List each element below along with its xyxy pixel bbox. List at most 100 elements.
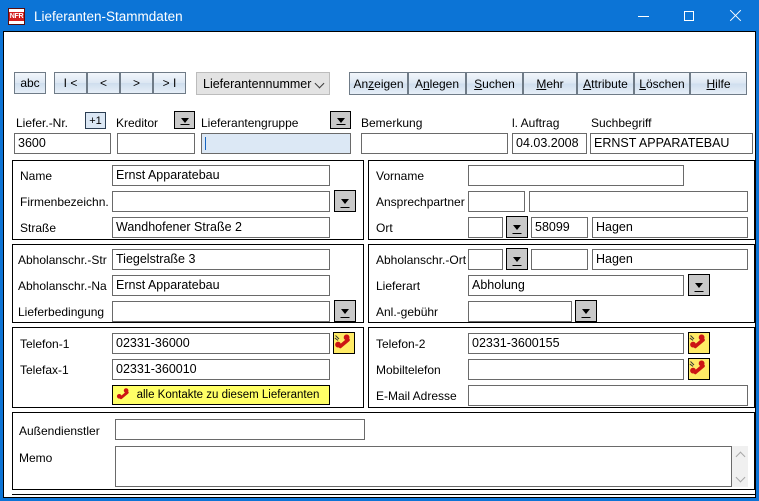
aussendienstler-input[interactable]	[115, 419, 365, 440]
telefon2-label: Telefon-2	[376, 337, 426, 351]
kreditor-input[interactable]	[117, 133, 195, 154]
sort-key-combo-value: Lieferantennummer	[203, 76, 312, 91]
phone-handset-icon-mobil[interactable]	[688, 358, 710, 380]
phone-handset-icon-telefon1[interactable]	[333, 332, 355, 354]
ansprechpartner-label: Ansprechpartner	[376, 195, 465, 209]
arrow-down-icon	[513, 256, 521, 262]
suchen-button[interactable]: Suchen	[466, 72, 523, 95]
telefon1-input[interactable]: 02331-36000	[112, 333, 330, 354]
nav-next-button[interactable]: >	[120, 72, 153, 94]
vorname-input[interactable]	[468, 165, 684, 186]
increment-liefer-nr-button[interactable]: +1	[85, 112, 106, 129]
ansprechpartner-title-input[interactable]	[468, 191, 525, 212]
lieferantengruppe-input[interactable]	[201, 133, 351, 154]
mobiltelefon-input[interactable]	[468, 359, 684, 380]
liefer-nr-input[interactable]: 3600	[14, 133, 111, 154]
lieferart-input[interactable]: Abholung	[468, 275, 684, 296]
arrow-down-icon	[341, 198, 349, 204]
telefon1-label: Telefon-1	[20, 337, 70, 351]
strasse-label: Straße	[20, 221, 57, 235]
ort-land-dropdown-button[interactable]	[506, 216, 528, 238]
hilfe-button[interactable]: Hilfe	[690, 72, 747, 95]
maximize-button[interactable]	[666, 1, 712, 31]
minimize-button[interactable]	[620, 1, 666, 31]
phone-handset-icon	[689, 334, 705, 349]
memo-field-wrapper	[115, 446, 748, 487]
nav-first-button[interactable]: I <	[54, 72, 87, 94]
anlegen-button[interactable]: Anlegen	[408, 72, 466, 95]
ort-land-input[interactable]	[468, 217, 503, 238]
nav-prev-button[interactable]: <	[87, 72, 120, 94]
window-controls	[620, 1, 758, 31]
abhol-ort-input[interactable]: Hagen	[592, 249, 748, 270]
chevron-down-icon[interactable]	[732, 470, 748, 487]
chevron-up-icon[interactable]	[732, 446, 748, 463]
ansprechpartner-input[interactable]	[529, 191, 748, 212]
kreditor-label: Kreditor	[116, 116, 159, 130]
bemerkung-label: Bemerkung	[361, 116, 423, 130]
ort-input[interactable]: Hagen	[592, 217, 748, 238]
arrow-down-icon	[582, 308, 590, 314]
memo-textarea[interactable]	[115, 446, 732, 487]
firmenbezeichn-label: Firmenbezeichn.	[20, 195, 109, 209]
lieferantengruppe-dropdown-button[interactable]	[330, 111, 351, 129]
all-contacts-button[interactable]: alle Kontakte zu diesem Lieferanten	[112, 385, 330, 405]
lieferantengruppe-label: Lieferantengruppe	[201, 116, 299, 130]
bemerkung-input[interactable]	[361, 133, 508, 154]
telefon2-input[interactable]: 02331-3600155	[468, 333, 684, 354]
telefax1-label: Telefax-1	[20, 363, 69, 377]
memo-scrollbar[interactable]	[732, 446, 748, 487]
strasse-input[interactable]: Wandhofener Straße 2	[112, 217, 330, 238]
sort-key-combo[interactable]: Lieferantennummer	[196, 72, 330, 95]
anzeigen-button[interactable]: Anzeigen	[349, 72, 408, 95]
firmenbezeichn-input[interactable]	[112, 191, 330, 212]
abc-button[interactable]: abc	[14, 72, 46, 94]
letzter-auftrag-input[interactable]: 04.03.2008	[512, 133, 587, 154]
lieferart-dropdown-button[interactable]	[688, 274, 710, 296]
attribute-button[interactable]: Attribute	[577, 72, 634, 95]
firmenbezeichn-dropdown-button[interactable]	[334, 190, 356, 212]
loeschen-button[interactable]: Löschen	[634, 72, 690, 95]
mehr-button[interactable]: Mehr	[523, 72, 577, 95]
phone-handset-icon-telefon2[interactable]	[688, 332, 710, 354]
abhol-name-input[interactable]: Ernst Apparatebau	[112, 275, 330, 296]
abhol-ort-land-input[interactable]	[468, 249, 503, 270]
kreditor-dropdown-button[interactable]	[174, 111, 195, 129]
arrow-down-icon	[336, 117, 345, 123]
anl-gebuehr-dropdown-button[interactable]	[575, 300, 597, 322]
ort-label: Ort	[376, 221, 393, 235]
abhol-strasse-label: Abholanschr.-Str	[18, 253, 107, 267]
letzter-auftrag-label: l. Auftrag	[512, 116, 560, 130]
lieferbedingung-dropdown-button[interactable]	[334, 300, 356, 322]
nav-last-button[interactable]: > I	[153, 72, 186, 94]
telefax1-input[interactable]: 02331-360010	[112, 359, 330, 380]
minimize-icon	[637, 15, 649, 17]
abhol-ort-land-dropdown-button[interactable]	[506, 248, 528, 270]
phone-handset-icon	[689, 360, 705, 375]
abhol-strasse-input[interactable]: Tiegelstraße 3	[112, 249, 330, 270]
anl-gebuehr-label: Anl.-gebühr	[376, 305, 439, 319]
lieferbedingung-label: Lieferbedingung	[18, 305, 105, 319]
name-label: Name	[20, 169, 53, 183]
anzeigen-label: Anzeigen	[353, 76, 404, 91]
ort-plz-input[interactable]: 58099	[531, 217, 588, 238]
close-button[interactable]	[712, 1, 758, 31]
suchbegriff-input[interactable]: ERNST APPARATEBAU	[590, 133, 753, 154]
mobiltelefon-label: Mobiltelefon	[376, 363, 441, 377]
liefer-nr-label: Liefer.-Nr.	[16, 116, 69, 130]
lieferbedingung-input[interactable]	[112, 301, 330, 322]
arrow-down-icon	[341, 308, 349, 314]
nfr-logo-icon: NFR	[8, 7, 25, 25]
email-label: E-Mail Adresse	[376, 389, 457, 403]
anl-gebuehr-input[interactable]	[468, 301, 572, 322]
name-input[interactable]: Ernst Apparatebau	[112, 165, 330, 186]
memo-label: Memo	[19, 451, 53, 465]
suchen-label: Suchen	[474, 76, 515, 91]
abhol-ort-plz-input[interactable]	[531, 249, 588, 270]
email-input[interactable]	[468, 385, 748, 406]
arrow-down-icon	[180, 117, 189, 123]
attribute-label: Attribute	[583, 76, 628, 91]
arrow-down-icon	[695, 282, 703, 288]
mehr-label: Mehr	[536, 76, 564, 91]
abhol-name-label: Abholanschr.-Na	[18, 279, 107, 293]
